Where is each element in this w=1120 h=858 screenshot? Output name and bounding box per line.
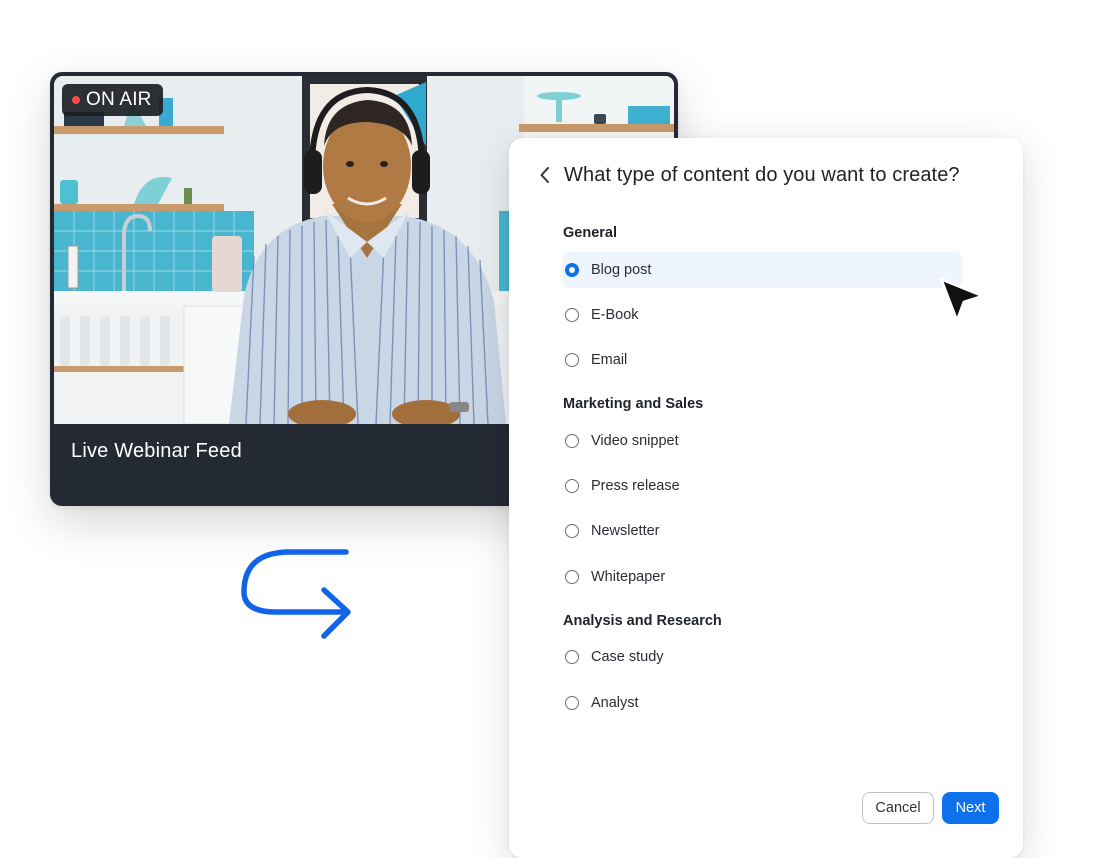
dialog-title: What type of content do you want to crea… <box>564 163 960 186</box>
option-analyst[interactable]: Analyst <box>563 685 962 721</box>
option-newsletter[interactable]: Newsletter <box>563 513 962 549</box>
radio-button-checked[interactable] <box>565 263 579 277</box>
option-label: Press release <box>591 478 680 494</box>
radio-button[interactable] <box>565 524 579 538</box>
option-blog-post[interactable]: Blog post <box>563 252 962 288</box>
radio-button[interactable] <box>565 308 579 322</box>
chevron-left-icon <box>540 167 549 183</box>
option-label: Analyst <box>591 695 639 711</box>
record-dot-icon <box>72 96 80 104</box>
option-e-book[interactable]: E-Book <box>563 297 962 333</box>
section-title-analysis-research: Analysis and Research <box>563 613 722 629</box>
radio-button[interactable] <box>565 479 579 493</box>
return-arrow-icon <box>241 549 351 639</box>
section-title-marketing-sales: Marketing and Sales <box>563 396 704 412</box>
option-press-release[interactable]: Press release <box>563 468 962 504</box>
radio-button[interactable] <box>565 434 579 448</box>
mouse-cursor-icon <box>939 277 985 323</box>
on-air-label: ON AIR <box>86 89 152 110</box>
option-label: Video snippet <box>591 433 679 449</box>
dialog-header: What type of content do you want to crea… <box>539 162 960 188</box>
next-button[interactable]: Next <box>942 792 999 824</box>
option-video-snippet[interactable]: Video snippet <box>563 423 962 459</box>
cancel-button[interactable]: Cancel <box>862 792 934 824</box>
option-case-study[interactable]: Case study <box>563 639 962 675</box>
radio-button[interactable] <box>565 353 579 367</box>
option-label: Blog post <box>591 262 652 278</box>
option-whitepaper[interactable]: Whitepaper <box>563 559 962 595</box>
video-caption: Live Webinar Feed <box>71 440 242 462</box>
option-email[interactable]: Email <box>563 342 962 378</box>
section-title-general: General <box>563 225 617 241</box>
content-type-dialog: What type of content do you want to crea… <box>509 138 1023 858</box>
option-label: E-Book <box>591 307 639 323</box>
back-button[interactable] <box>539 162 555 188</box>
option-label: Email <box>591 352 628 368</box>
radio-button[interactable] <box>565 696 579 710</box>
radio-button[interactable] <box>565 650 579 664</box>
radio-button[interactable] <box>565 570 579 584</box>
option-label: Case study <box>591 649 664 665</box>
option-label: Newsletter <box>591 523 660 539</box>
option-label: Whitepaper <box>591 569 666 585</box>
on-air-badge: ON AIR <box>62 84 163 116</box>
